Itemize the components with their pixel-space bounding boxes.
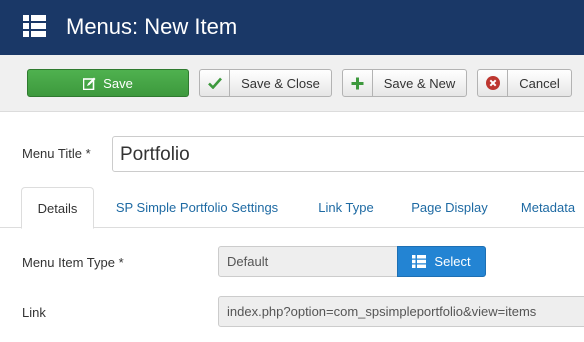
menu-item-type-label: Menu Item Type * [22, 255, 124, 270]
tab-link-type[interactable]: Link Type [305, 187, 387, 228]
cancel-label: Cancel [519, 75, 560, 91]
link-label: Link [22, 305, 46, 320]
edit-icon [83, 77, 96, 90]
menu-title-label: Menu Title * [22, 146, 91, 161]
tab-bar: Details SP Simple Portfolio Settings Lin… [0, 187, 584, 229]
save-button[interactable]: Save [27, 69, 189, 97]
page-header: Menus: New Item [0, 0, 584, 55]
tab-details[interactable]: Details [21, 187, 94, 229]
save-close-button[interactable]: Save & Close [199, 69, 332, 97]
tab-metadata[interactable]: Metadata [512, 187, 584, 228]
cancel-icon [478, 70, 508, 96]
toolbar: Save Save & Close Save & New Cancel [0, 55, 584, 112]
save-new-label: Save & New [383, 75, 456, 91]
list-icon [412, 255, 427, 268]
link-field: index.php?option=com_spsimpleportfolio&v… [218, 296, 584, 327]
page-title: Menus: New Item [66, 14, 238, 39]
check-icon [200, 70, 230, 96]
menu-item-type-field: Default [218, 246, 398, 277]
list-icon [23, 15, 46, 37]
select-button[interactable]: Select [397, 246, 486, 277]
menu-title-input[interactable]: Portfolio [112, 136, 584, 172]
save-close-label: Save & Close [241, 75, 320, 91]
tab-sp-simple-portfolio-settings[interactable]: SP Simple Portfolio Settings [101, 187, 293, 228]
save-new-button[interactable]: Save & New [342, 69, 467, 97]
tab-page-display[interactable]: Page Display [397, 187, 502, 228]
save-button-label: Save [103, 75, 133, 91]
select-button-label: Select [434, 254, 471, 269]
cancel-button[interactable]: Cancel [477, 69, 572, 97]
plus-icon [343, 70, 373, 96]
